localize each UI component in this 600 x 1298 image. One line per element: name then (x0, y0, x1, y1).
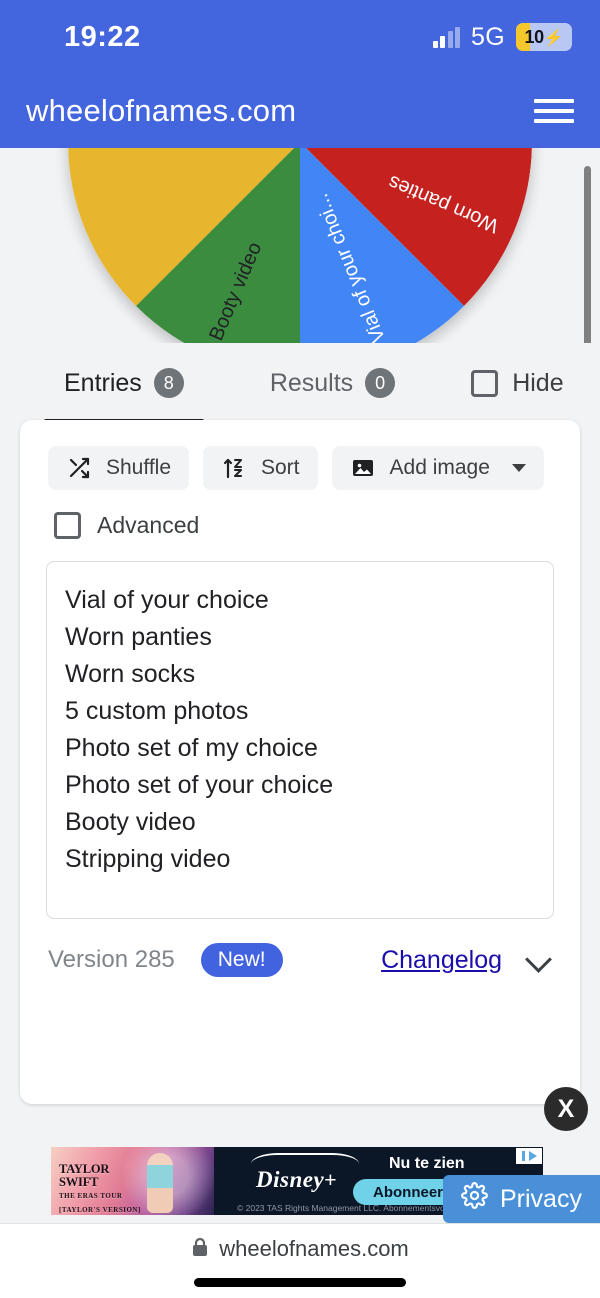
ad-headline: Nu te zien (389, 1155, 465, 1172)
home-indicator[interactable] (194, 1278, 406, 1287)
close-ad-button[interactable]: X (544, 1087, 588, 1131)
entries-textarea[interactable]: Vial of your choice Worn panties Worn so… (46, 561, 554, 919)
new-badge[interactable]: New! (200, 943, 283, 977)
tab-results[interactable]: Results 0 (269, 343, 396, 423)
entries-toolbar: Shuffle Sort Add image (20, 420, 580, 490)
battery-level-label: 10 (524, 26, 544, 47)
sort-button[interactable]: Sort (203, 446, 318, 490)
ad-poster-subtitle-2: [TAYLOR'S VERSION] (59, 1206, 141, 1214)
hide-checkbox-group[interactable]: Hide (471, 368, 564, 398)
lock-icon (191, 1237, 209, 1262)
entry-line: Vial of your choice (65, 586, 269, 614)
phone-screen: 19:22 5G 10⚡ wheelofnames.com Worn panti… (0, 0, 600, 1298)
browser-bottom-bar: wheelofnames.com (0, 1223, 600, 1298)
ad-poster-title: TAYLOR SWIFT THE ERAS TOUR [TAYLOR'S VER… (59, 1163, 151, 1215)
entry-line: 5 custom photos (65, 697, 249, 725)
changelog-link[interactable]: Changelog (381, 946, 502, 975)
add-image-button[interactable]: Add image (331, 446, 544, 490)
battery-charging-icon: 10⚡ (516, 23, 572, 51)
entry-line: Booty video (65, 808, 196, 836)
status-bar-clock: 19:22 (64, 20, 141, 53)
tab-entries-label: Entries (64, 368, 142, 397)
entry-line: Stripping video (65, 845, 231, 873)
ad-poster-image: TAYLOR SWIFT THE ERAS TOUR [TAYLOR'S VER… (51, 1147, 214, 1215)
charging-bolt-icon: ⚡ (543, 29, 564, 47)
wheel-svg: Worn socks Worn panties Vial of your cho… (68, 148, 532, 343)
privacy-button[interactable]: Privacy (443, 1175, 600, 1223)
status-bar: 19:22 5G 10⚡ (0, 0, 600, 74)
shuffle-icon (66, 455, 92, 481)
hide-label: Hide (512, 368, 564, 397)
url-bar[interactable]: wheelofnames.com (0, 1236, 600, 1262)
url-text: wheelofnames.com (219, 1236, 409, 1261)
entry-line: Photo set of your choice (65, 771, 334, 799)
hide-checkbox[interactable] (471, 369, 499, 397)
advanced-checkbox-group[interactable]: Advanced (20, 490, 580, 539)
entry-line: Photo set of my choice (65, 734, 318, 762)
network-type-label: 5G (471, 22, 505, 51)
image-icon (350, 455, 376, 481)
adchoices-icon[interactable] (516, 1148, 542, 1164)
version-label: Version 285 (48, 946, 175, 973)
status-bar-indicators: 5G 10⚡ (432, 22, 572, 52)
page-content: Worn socks Worn panties Vial of your cho… (0, 148, 600, 1223)
shuffle-button[interactable]: Shuffle (48, 446, 189, 490)
spin-wheel[interactable]: Worn socks Worn panties Vial of your cho… (68, 148, 532, 343)
ad-poster-title-main: TAYLOR SWIFT (59, 1162, 110, 1189)
page-scrollbar[interactable] (584, 166, 591, 343)
hamburger-menu-icon[interactable] (534, 96, 574, 126)
chevron-down-icon[interactable] (511, 464, 526, 472)
disney-wordmark: Disney (256, 1167, 325, 1192)
advanced-checkbox[interactable] (54, 512, 81, 539)
advanced-label: Advanced (97, 512, 200, 538)
sort-alpha-icon (221, 455, 247, 481)
page-title: wheelofnames.com (26, 93, 297, 128)
entry-line: Worn socks (65, 660, 196, 688)
tab-entries[interactable]: Entries 8 (44, 343, 204, 423)
tab-entries-count: 8 (153, 368, 184, 398)
chevron-down-icon[interactable] (526, 947, 552, 973)
browser-header: wheelofnames.com (0, 74, 600, 148)
tab-results-label: Results (269, 368, 354, 397)
signal-bars-icon (432, 26, 461, 48)
tab-bar: Entries 8 Results 0 Hide (0, 343, 600, 423)
entry-line: Worn panties (65, 623, 212, 651)
ad-poster-subtitle-1: THE ERAS TOUR (59, 1192, 123, 1200)
version-row: Version 285 New! Changelog (20, 919, 580, 977)
shuffle-label: Shuffle (106, 456, 171, 479)
add-image-label: Add image (389, 456, 490, 479)
tab-results-count: 0 (365, 368, 396, 398)
spin-wheel-region: Worn socks Worn panties Vial of your cho… (0, 148, 600, 343)
privacy-label: Privacy (500, 1184, 582, 1213)
disney-plus-logo: Disney+ (256, 1167, 337, 1193)
gear-icon (461, 1182, 488, 1216)
disney-plus-symbol: + (324, 1167, 338, 1192)
entries-card: Shuffle Sort Add image Advanced Vial of … (20, 420, 580, 1104)
sort-label: Sort (261, 456, 300, 479)
